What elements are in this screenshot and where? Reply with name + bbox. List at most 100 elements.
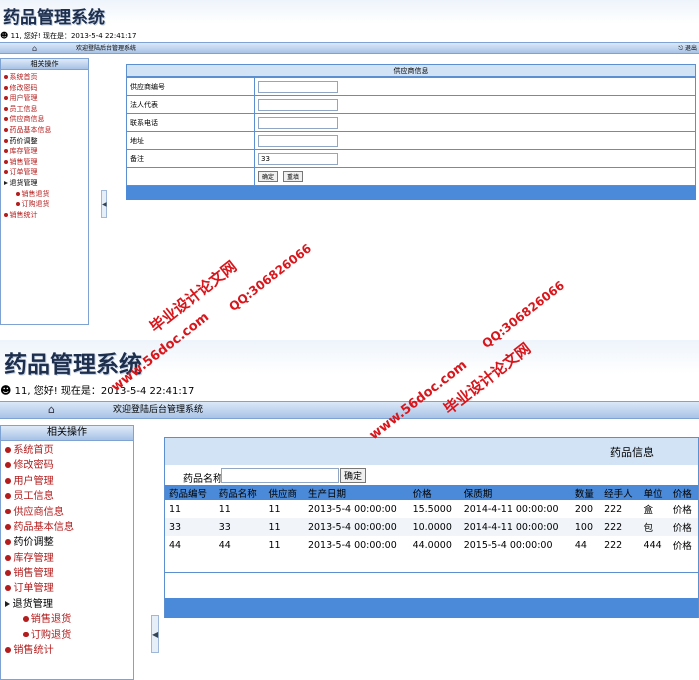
sidebar-item[interactable]: 系统首页 xyxy=(1,72,88,83)
column-header[interactable]: 药品编号 xyxy=(165,485,215,500)
form-field-input[interactable] xyxy=(258,98,338,111)
arrow-left-icon: ◀ xyxy=(152,630,159,639)
sidebar-item[interactable]: 系统首页 xyxy=(1,443,133,458)
column-header[interactable]: 生产日期 xyxy=(303,485,409,500)
table-cell: 11 xyxy=(214,500,265,518)
search-row: 药品名称 确定 xyxy=(165,465,698,485)
column-header[interactable]: 价格 xyxy=(408,485,460,500)
sidebar-item[interactable]: 员工信息 xyxy=(1,489,133,504)
sidebar-item[interactable]: 订单管理 xyxy=(1,167,88,178)
form-field-input[interactable] xyxy=(258,116,338,129)
form-field-input[interactable] xyxy=(258,80,338,93)
bullet-dot-icon xyxy=(4,75,8,79)
form-label: 供应商编号 xyxy=(126,77,255,96)
home-icon[interactable]: ⌂ xyxy=(48,402,55,418)
table-cell: 2015-5-4 00:00:00 xyxy=(459,536,571,554)
table-row: 11 11 11 2013-5-4 00:00:00 15.5000 2014-4-11 … xyxy=(165,500,698,518)
sidebar-item-label: 用户管理 xyxy=(9,94,38,103)
form-label: 地址 xyxy=(126,131,255,150)
drug-info-panel: 药品信息 药品名称 确定 药品编号 药品名称 供应商 生产日期 价格 保质期 数量 经手人 单位… xyxy=(164,437,699,618)
column-header[interactable]: 保质期 xyxy=(459,485,571,500)
table-cell-link[interactable]: 价格 xyxy=(668,536,698,554)
table-cell: 444 xyxy=(639,536,669,554)
table-cell-link[interactable]: 价格 xyxy=(668,518,698,536)
sidebar-item[interactable]: 药品基本信息 xyxy=(1,520,133,535)
title-bar: 药品管理系统 xyxy=(0,0,699,30)
bullet-dot-icon xyxy=(4,138,8,143)
sidebar-item[interactable]: 药品基本信息 xyxy=(1,125,88,136)
column-header[interactable]: 供应商 xyxy=(264,485,304,500)
sidebar-item[interactable]: 销售统计 xyxy=(1,643,133,658)
form-row: 法人代表 xyxy=(126,95,696,114)
form-field-input[interactable] xyxy=(258,134,338,147)
exit-link[interactable]: ⎋ 退出 xyxy=(678,43,697,54)
column-header[interactable]: 单位 xyxy=(639,485,669,500)
sidebar-item[interactable]: 退货管理 xyxy=(1,178,88,189)
sidebar-item[interactable]: 药价调整 xyxy=(1,535,133,550)
sidebar-item-label: 销售管理 xyxy=(9,157,38,166)
collapse-sidebar-button[interactable]: ◀ xyxy=(101,190,107,218)
table-cell: 11 xyxy=(264,500,304,518)
bullet-dot-icon xyxy=(5,477,12,484)
sidebar: 相关操作 系统首页修改密码用户管理员工信息 供应商信息 药品基本信息药价调整 库存管理… xyxy=(0,425,134,680)
sidebar-item[interactable]: 供应商信息 xyxy=(1,114,88,125)
sidebar-item[interactable]: 销售管理 xyxy=(1,157,88,168)
welcome-text: 欢迎登陆后台管理系统 xyxy=(113,405,204,415)
form-field-input[interactable] xyxy=(258,152,338,165)
bullet-dot-icon xyxy=(4,106,8,111)
sidebar-item-label: 销售统计 xyxy=(9,210,38,219)
sidebar-item[interactable]: 药价调整 xyxy=(1,136,88,147)
drug-header-bar: 药品信息 xyxy=(165,438,698,465)
confirm-button[interactable]: 确定 xyxy=(258,171,279,182)
sidebar-item[interactable]: 修改密码 xyxy=(1,458,133,473)
drug-name-input[interactable] xyxy=(221,468,339,483)
sidebar-item[interactable]: 订单管理 xyxy=(1,581,133,596)
table-cell: 11 xyxy=(264,536,304,554)
collapse-sidebar-button[interactable]: ◀ xyxy=(151,615,159,653)
sidebar-item[interactable]: 退货管理 xyxy=(1,597,133,612)
table-cell: 44 xyxy=(165,536,215,554)
sidebar-item[interactable]: 销售统计 xyxy=(1,210,88,221)
sidebar-item[interactable]: 销售退货 xyxy=(1,612,133,627)
bullet-dot-icon xyxy=(5,523,12,530)
sidebar-item[interactable]: 销售退货 xyxy=(1,189,88,200)
table-cell: 15.5000 xyxy=(408,500,460,518)
sidebar-item[interactable]: 销售管理 xyxy=(1,566,133,581)
sidebar-item-label: 药价调整 xyxy=(9,136,38,145)
sidebar-item[interactable]: 库存管理 xyxy=(1,146,88,157)
table-cell: 2014-4-11 00:00:00 xyxy=(459,518,571,536)
table-cell: 10.0000 xyxy=(408,518,460,536)
sidebar-item[interactable]: 订购退货 xyxy=(1,199,88,210)
sidebar-title: 相关操作 xyxy=(1,426,133,441)
triangle-right-icon xyxy=(5,600,11,607)
form-button-row: 确定 重填 xyxy=(126,167,696,186)
column-header[interactable]: 经手人 xyxy=(600,485,640,500)
reset-button[interactable]: 重填 xyxy=(283,171,304,182)
table-cell: 33 xyxy=(214,518,265,536)
home-icon[interactable]: ⌂ xyxy=(32,43,37,54)
sidebar-item[interactable]: 修改密码 xyxy=(1,83,88,94)
column-header[interactable]: 价格 xyxy=(668,485,698,500)
sidebar-item-label: 退货管理 xyxy=(12,598,54,610)
sidebar-item-label: 退货管理 xyxy=(9,178,38,187)
sidebar-item[interactable]: 供应商信息 xyxy=(1,505,133,520)
column-header[interactable]: 数量 xyxy=(570,485,601,500)
form-row: 供应商编号 xyxy=(126,77,696,96)
bullet-dot-icon xyxy=(22,631,29,638)
sidebar-item-label: 订单管理 xyxy=(13,583,54,595)
sidebar-item[interactable]: 库存管理 xyxy=(1,551,133,566)
column-header[interactable]: 药品名称 xyxy=(214,485,265,500)
sidebar-item[interactable]: 用户管理 xyxy=(1,474,133,489)
sidebar-item[interactable]: 员工信息 xyxy=(1,104,88,115)
bullet-dot-icon xyxy=(22,616,29,623)
table-cell-link[interactable]: 价格 xyxy=(668,500,698,518)
sidebar-item-label: 药品基本信息 xyxy=(13,521,75,533)
supplier-form: 供应商编号法人代表联系电话地址备注确定重填 xyxy=(126,77,696,186)
sidebar-item-label: 销售管理 xyxy=(13,568,54,579)
sidebar-item[interactable]: 订购退货 xyxy=(1,628,133,643)
sidebar-item-label: 用户管理 xyxy=(13,475,54,487)
table-cell: 2013-5-4 00:00:00 xyxy=(303,518,409,536)
sidebar-item-label: 系统首页 xyxy=(13,445,54,456)
search-button[interactable]: 确定 xyxy=(340,468,367,483)
sidebar-item[interactable]: 用户管理 xyxy=(1,93,88,104)
